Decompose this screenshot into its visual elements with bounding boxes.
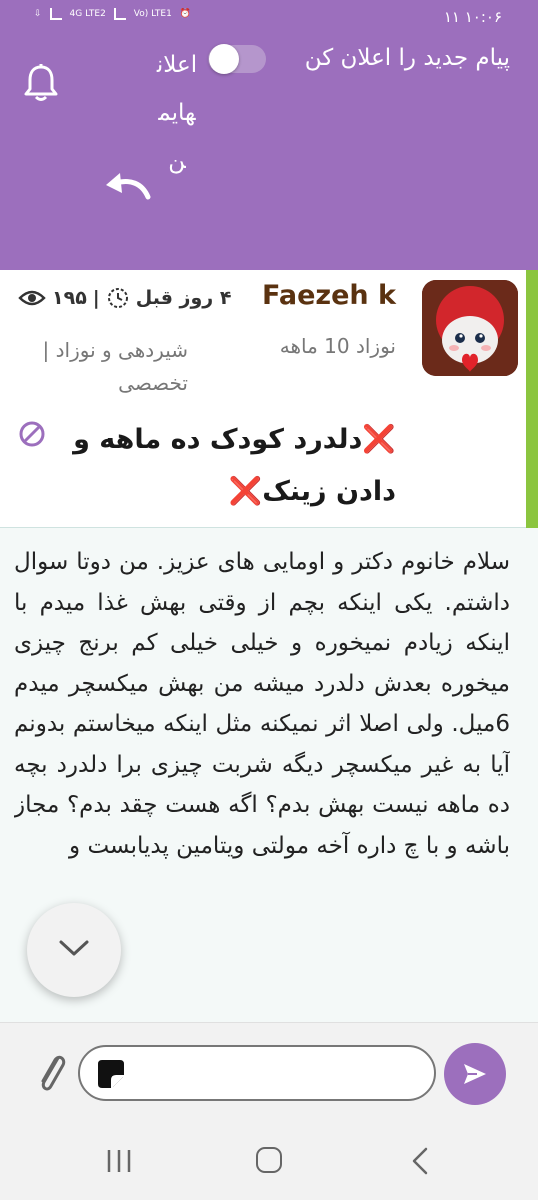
meta-divider: | — [92, 287, 100, 309]
avatar-image — [422, 280, 518, 376]
paperclip-icon[interactable] — [32, 1048, 68, 1096]
group-label[interactable]: نوزاد 10 ماهه — [280, 334, 396, 358]
download-icon: ⇩ — [34, 9, 42, 19]
scroll-down-button[interactable] — [27, 903, 121, 997]
notify-label: پیام جدید را اعلان کن — [304, 45, 510, 71]
category-text[interactable]: شیردهی و نوزاد | تخصصی — [18, 334, 188, 400]
network-label-2: Vo) LTE1 — [133, 9, 172, 19]
post-title: ❌دلدرد کودک ده ماهه و دادن زینک❌ — [46, 414, 396, 518]
view-count: ۱۹۵ — [52, 287, 87, 309]
cross-mark-icon-end: ❌ — [228, 476, 263, 507]
avatar[interactable] — [422, 280, 518, 376]
signal-icon-2 — [113, 8, 126, 20]
status-icons: ⇩ 4G LTE2 Vo) LTE1 ⏰ — [34, 8, 191, 20]
message-input[interactable] — [78, 1045, 436, 1101]
bell-icon[interactable] — [22, 63, 60, 103]
undo-arrow-icon[interactable] — [102, 169, 152, 203]
time-ago: ۴ روز قبل — [135, 287, 232, 309]
status-time: ۱۰:۰۶ — [464, 8, 502, 26]
post-author[interactable]: Faezeh k — [262, 280, 396, 311]
alarm-icon: ⏰ — [179, 9, 192, 19]
eye-icon — [18, 290, 46, 306]
send-icon — [464, 1064, 486, 1084]
signal-icon — [49, 8, 62, 20]
system-nav-bar — [0, 1122, 538, 1200]
toggle-knob — [209, 44, 239, 74]
accent-bar — [526, 270, 538, 528]
status-date: ۱۱ — [443, 8, 460, 26]
post-card[interactable]: Faezeh k ۱۹۵ | ۴ روز قبل نوزاد 10 ماهه ش… — [0, 270, 538, 528]
header: پیام جدید را اعلان کن اعلانهایمن — [0, 35, 538, 270]
sticker-icon[interactable] — [94, 1058, 128, 1090]
my-ads-link[interactable]: اعلانهایمن — [152, 41, 202, 185]
chevron-down-icon — [59, 940, 89, 956]
send-button[interactable] — [444, 1043, 506, 1105]
message-bar — [0, 1022, 538, 1122]
status-bar: ⇩ 4G LTE2 Vo) LTE1 ⏰ ۱۱ ۱۰:۰۶ — [0, 0, 538, 35]
block-icon[interactable] — [18, 420, 46, 448]
network-label-1: 4G LTE2 — [69, 9, 106, 19]
back-icon[interactable] — [410, 1146, 430, 1176]
status-time-group: ۱۱ ۱۰:۰۶ — [444, 8, 502, 26]
cross-mark-icon: ❌ — [362, 424, 396, 455]
notify-toggle[interactable] — [208, 44, 266, 74]
home-icon[interactable] — [256, 1147, 282, 1173]
clock-icon — [107, 288, 128, 308]
post-meta: ۱۹۵ | ۴ روز قبل — [18, 286, 231, 310]
recent-apps-icon[interactable] — [104, 1148, 134, 1174]
